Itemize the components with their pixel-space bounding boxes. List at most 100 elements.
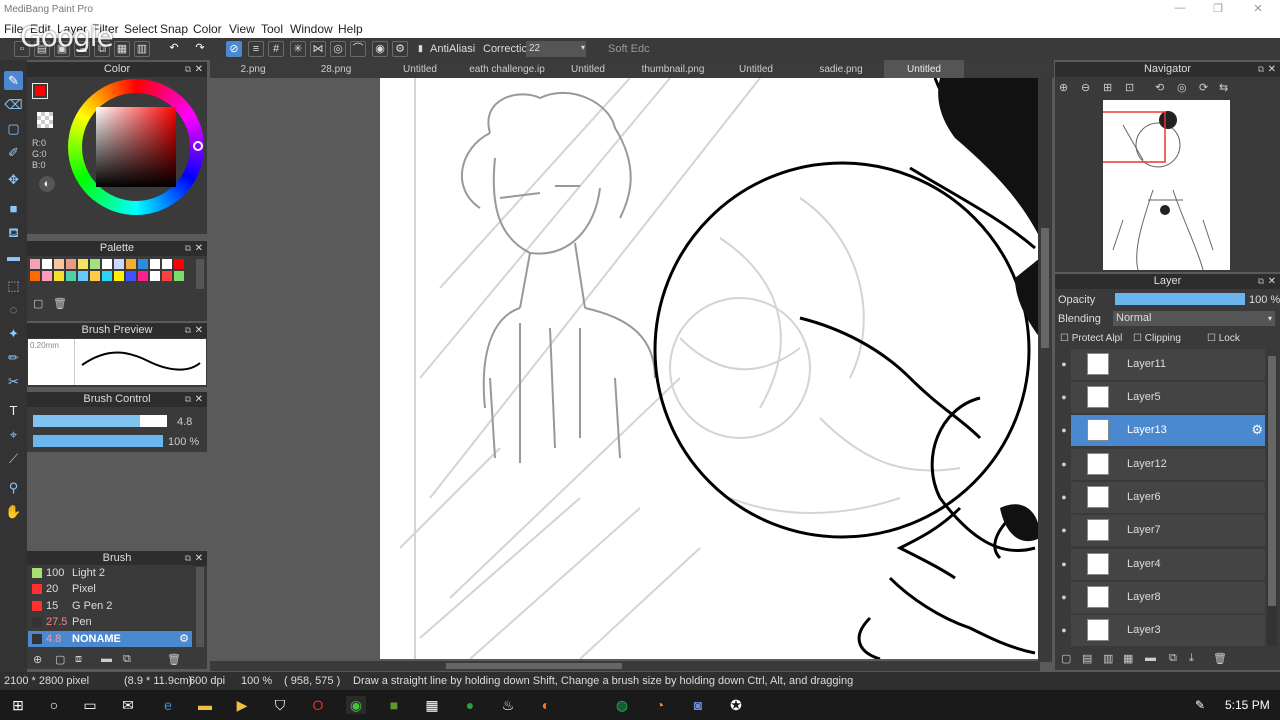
medibang-app-icon[interactable]: ●: [460, 696, 480, 714]
search-icon[interactable]: ○: [44, 696, 64, 714]
layer-row[interactable]: Layer7: [1071, 515, 1265, 546]
folder-icon[interactable]: ▬: [1145, 652, 1156, 664]
mail-icon[interactable]: ✉: [118, 696, 138, 714]
fill-rect-tool-icon[interactable]: ■: [4, 199, 23, 218]
brush-delete-icon[interactable]: 🗑: [167, 653, 181, 666]
palette-swatch[interactable]: [174, 259, 184, 269]
palette-swatch[interactable]: [126, 271, 136, 281]
brush-add-icon[interactable]: ⊕: [33, 653, 42, 666]
grid-icon[interactable]: ▥: [134, 41, 150, 57]
menu-tool[interactable]: Tool: [261, 22, 283, 36]
operation-tool-icon[interactable]: ⌖: [4, 425, 23, 444]
antialias-check-icon[interactable]: ▮: [418, 43, 423, 54]
palette-swatch[interactable]: [138, 259, 148, 269]
discord-icon[interactable]: ◙: [688, 696, 708, 714]
pen-tray-icon[interactable]: ✎: [1190, 696, 1210, 714]
palette-swatch[interactable]: [78, 271, 88, 281]
divide-tool-icon[interactable]: ⟋: [4, 449, 23, 468]
calculator-icon[interactable]: ▦: [422, 696, 442, 714]
menu-view[interactable]: View: [229, 22, 255, 36]
visibility-icon[interactable]: ●: [1058, 482, 1070, 513]
palette-swatch[interactable]: [162, 271, 172, 281]
blending-select[interactable]: Normal ▾: [1113, 311, 1275, 326]
duplicate-layer-icon[interactable]: ⧉: [1169, 652, 1177, 665]
layer-row[interactable]: Layer12: [1071, 449, 1265, 480]
snap-ellipse-icon[interactable]: ◉: [372, 41, 388, 57]
visibility-icon[interactable]: ●: [1058, 449, 1070, 480]
menu-color[interactable]: Color: [193, 22, 222, 36]
delete-layer-icon[interactable]: 🗑: [1213, 652, 1227, 665]
snap-parallel-icon[interactable]: ≡: [248, 41, 264, 57]
palette-swatch[interactable]: [162, 259, 172, 269]
tab-sadie-png[interactable]: sadie.png: [810, 60, 872, 78]
dock-icon[interactable]: ⧉: [185, 62, 191, 77]
lock-checkbox[interactable]: ☐ Lock: [1207, 333, 1240, 344]
tab-untitled-2[interactable]: Untitled: [562, 60, 614, 78]
brush-settings-icon[interactable]: ⧈: [75, 653, 82, 666]
tab-thumbnail-png[interactable]: thumbnail.png: [630, 60, 716, 78]
minimize-button[interactable]: —: [1166, 2, 1194, 18]
brush-opacity-slider[interactable]: [33, 435, 163, 447]
transparent-color-swatch[interactable]: [37, 112, 53, 128]
layer-row-selected[interactable]: Layer13 ⚙: [1071, 415, 1265, 446]
visibility-icon[interactable]: ●: [1058, 515, 1070, 546]
eraser-tool-icon[interactable]: ⌫: [4, 95, 23, 114]
drawing-canvas[interactable]: [380, 78, 1040, 659]
close-button[interactable]: ✕: [1244, 2, 1272, 18]
select-pen-tool-icon[interactable]: ✏: [4, 348, 23, 367]
magic-wand-tool-icon[interactable]: ✦: [4, 324, 23, 343]
chevron-down-icon[interactable]: ▾: [581, 43, 585, 52]
menu-select[interactable]: Select: [124, 22, 157, 36]
hue-ring[interactable]: [68, 79, 204, 215]
palette-swatch[interactable]: [126, 259, 136, 269]
layer-row[interactable]: Layer11: [1071, 349, 1265, 380]
palette-swatch[interactable]: [102, 259, 112, 269]
vertical-scroll-thumb[interactable]: [1041, 228, 1049, 348]
palette-delete-icon[interactable]: 🗑: [53, 297, 67, 310]
palette-swatch[interactable]: [66, 271, 76, 281]
dock-icon[interactable]: ⧉: [185, 323, 191, 338]
select-eraser-tool-icon[interactable]: ✂: [4, 372, 23, 391]
visibility-icon[interactable]: ●: [1058, 615, 1070, 646]
minecraft-icon[interactable]: ■: [384, 696, 404, 714]
dock-icon[interactable]: ⧉: [1258, 274, 1264, 289]
tab-28-png[interactable]: 28.png: [308, 60, 364, 78]
brush-new-icon[interactable]: ▢: [55, 653, 65, 666]
move-tool-icon[interactable]: ✥: [4, 170, 23, 189]
palette-scrollbar[interactable]: [196, 259, 204, 289]
primary-color-swatch[interactable]: [32, 83, 48, 99]
steam-icon[interactable]: ♨: [498, 696, 518, 714]
palette-swatch[interactable]: [54, 259, 64, 269]
actual-size-icon[interactable]: ⊡: [1125, 81, 1134, 94]
layer-row[interactable]: Layer4: [1071, 549, 1265, 580]
undo-icon[interactable]: ↶: [166, 41, 182, 57]
chrome-icon[interactable]: ◉: [346, 696, 366, 714]
palette-swatch[interactable]: [150, 271, 160, 281]
palette-swatch[interactable]: [30, 259, 40, 269]
gradient-tool-icon[interactable]: ▬: [4, 247, 23, 266]
menu-help[interactable]: Help: [338, 22, 363, 36]
close-icon[interactable]: ✕: [195, 62, 203, 77]
rotate-left-icon[interactable]: ⟲: [1155, 81, 1164, 94]
edge-browser-icon[interactable]: e: [158, 696, 178, 714]
layer-list-scrollbar[interactable]: [1267, 356, 1277, 646]
tab-untitled-3[interactable]: Untitled: [730, 60, 782, 78]
palette-swatch[interactable]: [90, 271, 100, 281]
saturation-value-square[interactable]: [96, 107, 176, 187]
visibility-icon[interactable]: ●: [1058, 415, 1070, 446]
palette-swatch[interactable]: [174, 271, 184, 281]
brush-item[interactable]: 100 Light 2: [28, 565, 192, 581]
brush-item-selected[interactable]: 4.8 NONAME ⚙: [28, 631, 192, 647]
spotify-icon[interactable]: ◍: [612, 696, 632, 714]
settings-gear-icon[interactable]: ⚙: [392, 41, 408, 57]
zoom-out-icon[interactable]: ⊖: [1081, 81, 1090, 94]
close-icon[interactable]: ✕: [195, 323, 203, 338]
canvas-vertical-scrollbar[interactable]: [1038, 78, 1052, 662]
redo-icon[interactable]: ↷: [192, 41, 208, 57]
navigator-preview[interactable]: [1089, 100, 1230, 271]
palette-swatch[interactable]: [42, 271, 52, 281]
zoom-in-icon[interactable]: ⊕: [1059, 81, 1068, 94]
palette-add-icon[interactable]: ▢: [33, 297, 43, 310]
tab-untitled-1[interactable]: Untitled: [394, 60, 446, 78]
windows-start-icon[interactable]: ⊞: [8, 696, 28, 714]
